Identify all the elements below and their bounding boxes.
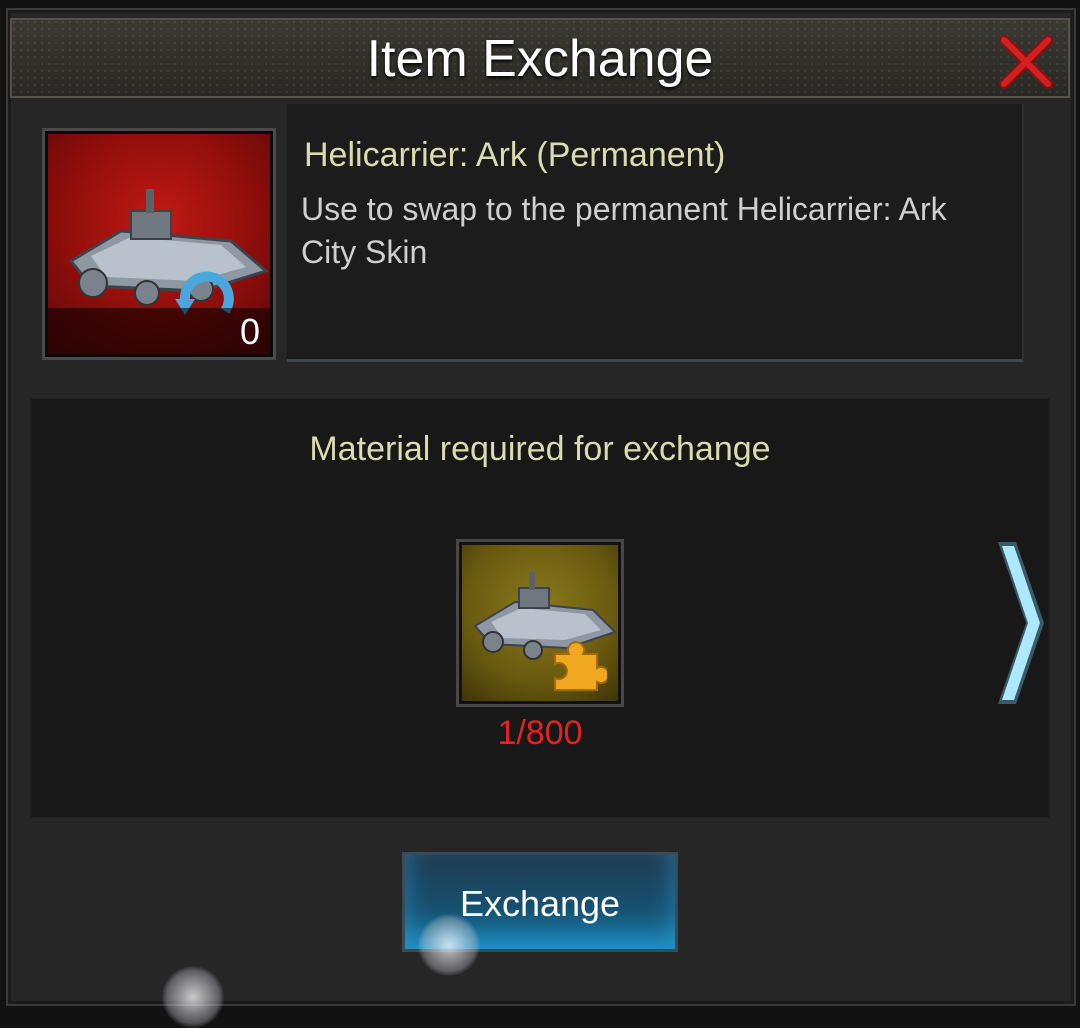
material-icon-card[interactable] [456, 539, 624, 707]
close-icon [999, 35, 1053, 89]
puzzle-piece-icon [554, 641, 607, 691]
material-heading: Material required for exchange [309, 430, 771, 468]
chevron-right-icon [998, 542, 1044, 704]
touch-indicator [418, 914, 480, 976]
item-count-bar: 0 [48, 308, 270, 354]
item-icon-card[interactable]: 0 [42, 128, 276, 360]
item-count: 0 [239, 311, 260, 352]
touch-indicator [162, 966, 224, 1028]
item-description: Use to swap to the permanent Helicarrier… [301, 191, 947, 270]
next-arrow-button[interactable] [990, 540, 1050, 706]
material-progress: 1/800 [497, 714, 583, 752]
dialog-title: Item Exchange [366, 30, 714, 88]
close-button[interactable] [998, 34, 1054, 90]
item-name: Helicarrier: Ark (Permanent) [304, 136, 726, 174]
